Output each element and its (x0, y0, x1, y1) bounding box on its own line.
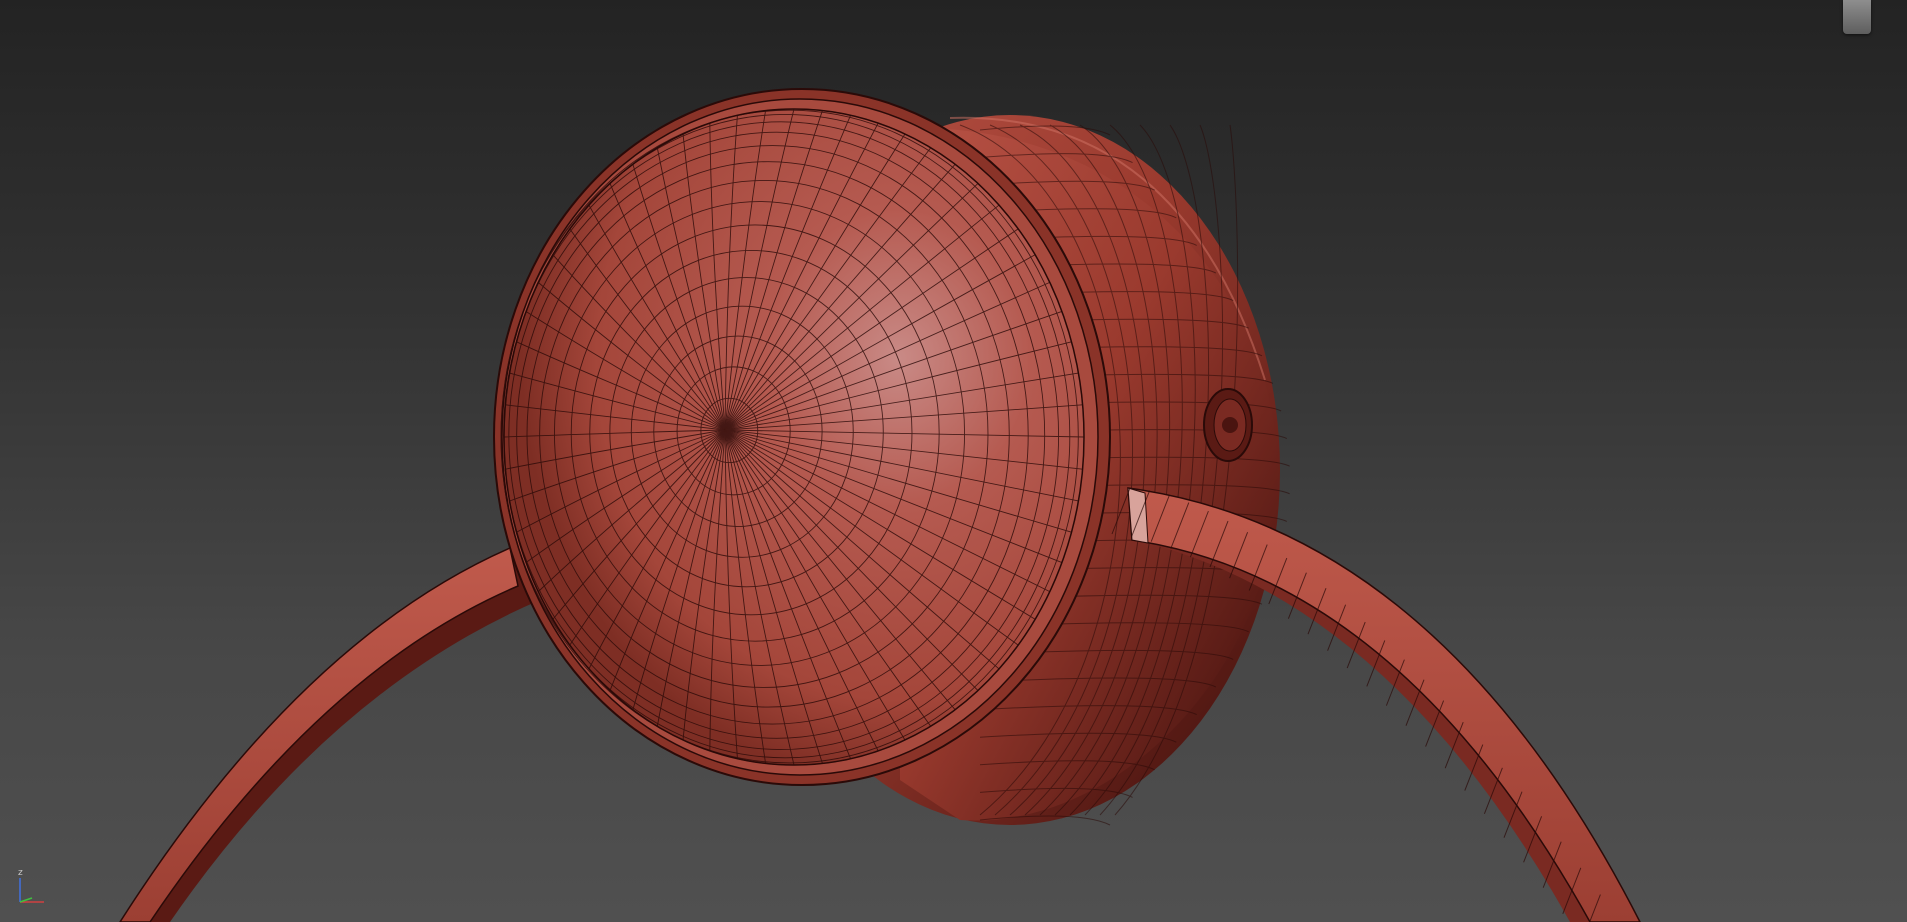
3d-viewport[interactable]: z (0, 0, 1907, 922)
axis-z-label: z (18, 868, 23, 878)
viewcube-icon[interactable] (1843, 0, 1871, 34)
mesh-scene[interactable] (0, 0, 1907, 922)
axis-gizmo-icon: z (14, 868, 54, 908)
emblem-icon (1203, 388, 1253, 462)
dome-cushion (500, 108, 1085, 766)
left-strap (119, 546, 540, 922)
